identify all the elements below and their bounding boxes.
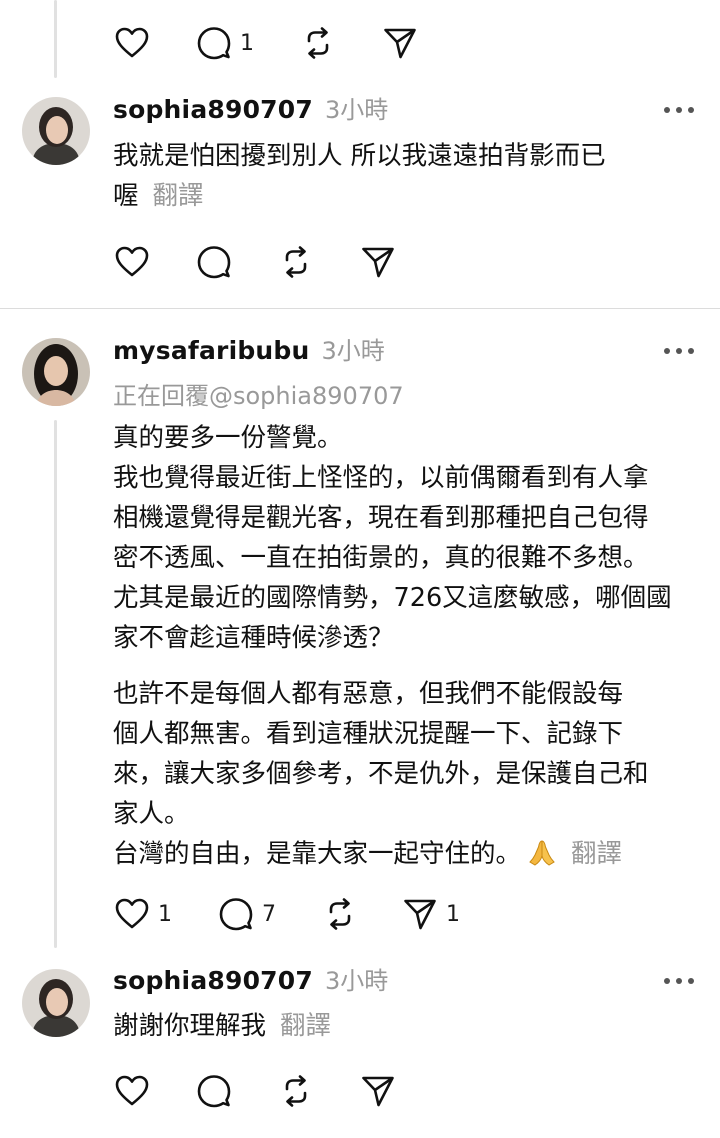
send-icon: [360, 1073, 396, 1109]
like-button[interactable]: [114, 240, 150, 284]
comment-line-last: 喔翻譯: [113, 176, 606, 216]
share-button[interactable]: 1: [402, 892, 460, 936]
send-icon: [382, 25, 418, 61]
dot-icon: [688, 978, 694, 984]
reply-button[interactable]: 1: [196, 21, 254, 65]
translate-link[interactable]: 翻譯: [280, 1011, 331, 1041]
comment-body: 我就是怕困擾到別人 所以我遠遠拍背影而已 喔翻譯: [113, 136, 606, 216]
dot-icon: [676, 348, 682, 354]
avatar[interactable]: [22, 338, 90, 406]
more-options-button[interactable]: [664, 105, 694, 115]
comment-icon: [196, 244, 232, 280]
comment-line: 台灣的自由，是靠大家一起守住的。: [113, 839, 522, 869]
avatar-image: [22, 338, 90, 406]
dot-icon: [664, 348, 670, 354]
comment-line: 家人。: [113, 799, 190, 829]
comment-header: sophia890707 3小時: [113, 90, 388, 130]
folded-hands-icon: [529, 840, 555, 866]
avatar[interactable]: [22, 97, 90, 165]
more-options-button[interactable]: [664, 346, 694, 356]
repost-button[interactable]: [278, 240, 314, 284]
more-options-button[interactable]: [664, 976, 694, 986]
heart-icon: [114, 896, 150, 932]
comment-line: 我就是怕困擾到別人 所以我遠遠拍背影而已: [113, 141, 606, 171]
timestamp: 3小時: [324, 967, 389, 995]
heart-icon: [114, 244, 150, 280]
username[interactable]: sophia890707: [113, 966, 313, 995]
comment-header: sophia890707 3小時: [113, 961, 388, 1001]
timestamp: 3小時: [321, 337, 385, 365]
comment-line: 家不會趁這種時候滲透？: [113, 623, 394, 653]
comment-line: 真的要多一份警覺。: [113, 423, 343, 453]
reply-button[interactable]: [196, 240, 232, 284]
heart-icon: [114, 25, 150, 61]
comment-actions: [0, 240, 720, 284]
comment-icon: [218, 896, 254, 932]
thread-line-reply: [54, 420, 57, 948]
reply-button[interactable]: [196, 1069, 232, 1113]
comment-actions: 1 7 1: [0, 892, 720, 936]
heart-icon: [114, 1073, 150, 1109]
repost-icon: [322, 896, 358, 932]
dot-icon: [664, 107, 670, 113]
comment-line: 也許不是每個人都有惡意，但我們不能假設每: [113, 679, 624, 709]
comment-body: 真的要多一份警覺。 我也覺得最近街上怪怪的，以前偶爾看到有人拿 相機還覺得是觀光…: [113, 418, 672, 874]
comment-line-last: 謝謝你理解我 翻譯: [113, 1006, 331, 1046]
comment-line-last: 台灣的自由，是靠大家一起守住的。 翻譯: [113, 834, 672, 874]
translate-link[interactable]: 翻譯: [153, 181, 204, 211]
divider: [0, 308, 720, 309]
dot-icon: [688, 348, 694, 354]
comment-actions: [0, 1069, 720, 1113]
repost-icon: [278, 1073, 314, 1109]
share-count: 1: [446, 901, 460, 927]
replying-to-label[interactable]: 正在回覆@sophia890707: [113, 376, 404, 411]
comment-icon: [196, 1073, 232, 1109]
share-button[interactable]: [360, 240, 396, 284]
like-button[interactable]: [114, 1069, 150, 1113]
avatar[interactable]: [22, 969, 90, 1037]
comment-line: 來，讓大家多個參考，不是仇外，是保護自己和: [113, 759, 649, 789]
post-actions-top: 1: [0, 21, 720, 65]
comment-icon: [196, 25, 232, 61]
avatar-image: [22, 97, 90, 165]
repost-button[interactable]: [322, 892, 358, 936]
dot-icon: [688, 107, 694, 113]
dot-icon: [664, 978, 670, 984]
translate-link[interactable]: 翻譯: [571, 839, 622, 869]
reply-button[interactable]: 7: [218, 892, 276, 936]
repost-icon: [300, 25, 336, 61]
share-button[interactable]: [382, 21, 418, 65]
comment-line: 謝謝你理解我: [113, 1011, 267, 1041]
timestamp: 3小時: [324, 96, 389, 124]
dot-icon: [676, 107, 682, 113]
comment-line: 相機還覺得是觀光客，現在看到那種把自己包得: [113, 503, 649, 533]
like-button[interactable]: 1: [114, 892, 172, 936]
repost-button[interactable]: [300, 21, 336, 65]
send-icon: [360, 244, 396, 280]
repost-icon: [278, 244, 314, 280]
share-button[interactable]: [360, 1069, 396, 1113]
send-icon: [402, 896, 438, 932]
reply-count: 1: [240, 30, 254, 56]
like-count: 1: [158, 901, 172, 927]
dot-icon: [676, 978, 682, 984]
comment-body: 謝謝你理解我 翻譯: [113, 1006, 331, 1046]
comment-line: 我也覺得最近街上怪怪的，以前偶爾看到有人拿: [113, 463, 649, 493]
username[interactable]: sophia890707: [113, 95, 313, 124]
avatar-image: [22, 969, 90, 1037]
comment-header: mysafaribubu 3小時: [113, 331, 385, 371]
comment-line: 密不透風、一直在拍街景的，真的很難不多想。: [113, 543, 649, 573]
repost-button[interactable]: [278, 1069, 314, 1113]
username[interactable]: mysafaribubu: [113, 336, 310, 365]
comment-line: 個人都無害。看到這種狀況提醒一下、記錄下: [113, 719, 624, 749]
comment-line: 尤其是最近的國際情勢，726又這麼敏感，哪個國: [113, 583, 672, 613]
comment-line: 喔: [113, 181, 139, 211]
reply-count: 7: [262, 901, 276, 927]
like-button[interactable]: [114, 21, 150, 65]
